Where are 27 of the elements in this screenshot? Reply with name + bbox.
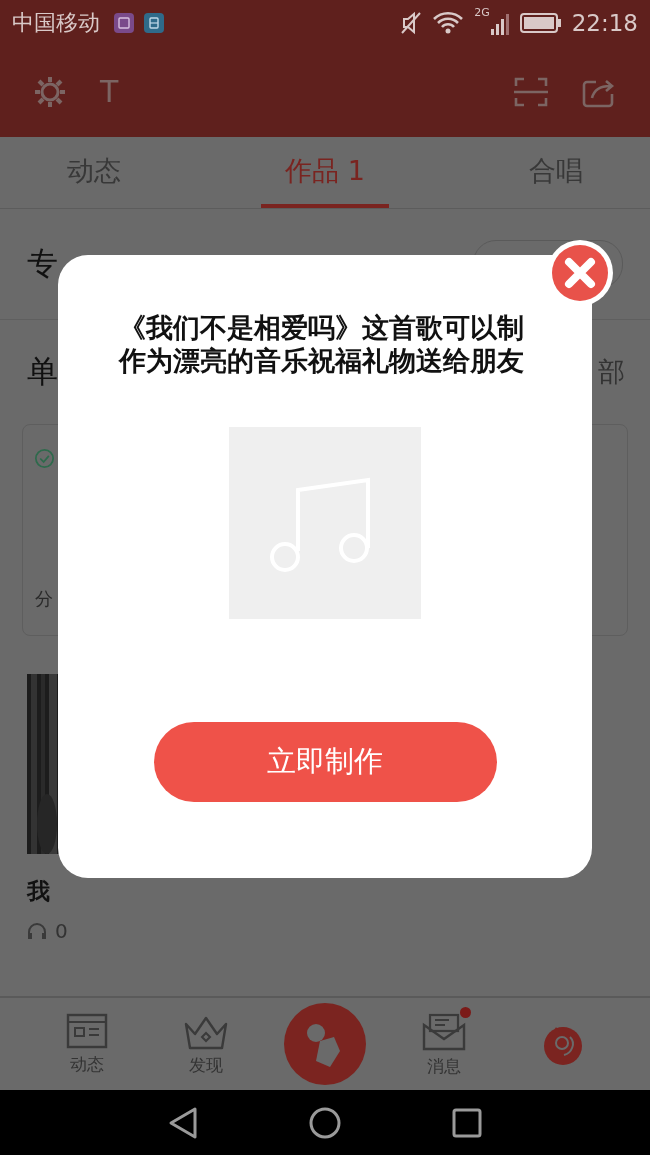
wifi-icon xyxy=(432,11,465,35)
network-type: 2G xyxy=(474,6,490,19)
section-heading: 专 xyxy=(27,244,58,283)
headphones-icon xyxy=(27,922,47,940)
dialog-message: 《我们不是相爱吗》这首歌可以制作为漂亮的音乐祝福礼物送给朋友 xyxy=(119,311,525,377)
signal-icon xyxy=(489,11,510,35)
font-button[interactable]: T xyxy=(100,74,119,109)
clock-time: 22:18 xyxy=(571,10,638,36)
section-heading: 单 xyxy=(27,352,58,391)
mute-icon xyxy=(400,11,423,35)
back-icon[interactable] xyxy=(168,1105,198,1140)
home-icon[interactable] xyxy=(308,1105,342,1140)
make-now-button[interactable]: 立即制作 xyxy=(153,722,497,802)
settings-icon[interactable] xyxy=(34,75,66,108)
scan-icon[interactable] xyxy=(514,75,548,108)
tab[interactable]: 作品 1 xyxy=(261,137,389,208)
gallery-notification-icon xyxy=(114,13,134,33)
battery-icon xyxy=(519,13,562,33)
view-all-link[interactable]: 部 xyxy=(598,354,625,390)
nav-label[interactable]: 消息 xyxy=(426,1054,461,1078)
newspaper-icon[interactable] xyxy=(66,1012,109,1049)
carrier-name: 中国移动 xyxy=(12,9,100,37)
check-circle-icon xyxy=(35,449,54,468)
song-title: 我 xyxy=(27,877,51,906)
app-notification-icon xyxy=(144,13,164,33)
card-text: 分 xyxy=(35,587,53,611)
recents-icon[interactable] xyxy=(452,1107,482,1138)
